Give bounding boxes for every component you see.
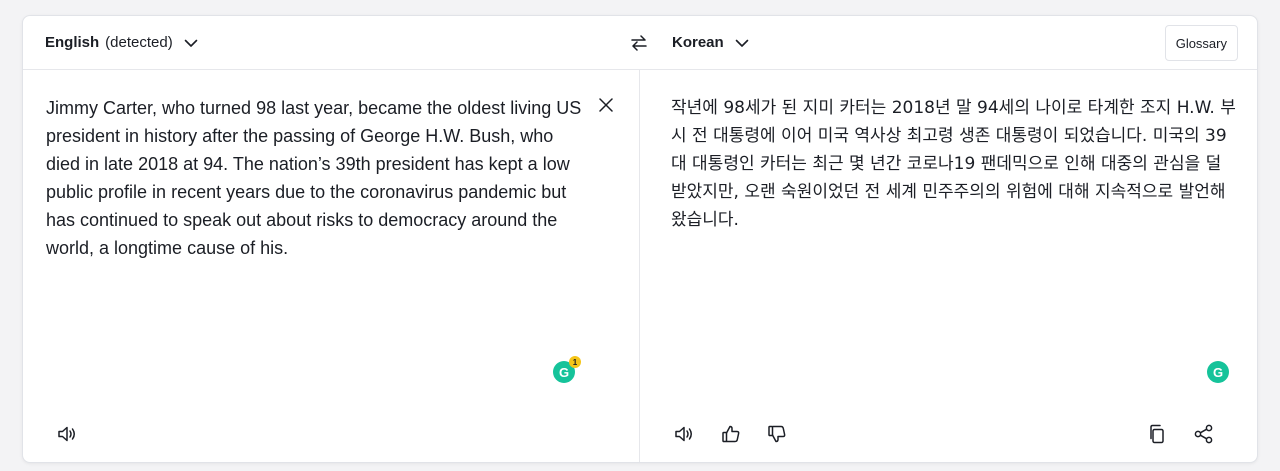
source-text-input[interactable]: Jimmy Carter, who turned 98 last year, b… <box>46 94 591 262</box>
grammarly-target-icon[interactable]: G <box>1207 361 1229 383</box>
target-listen-button[interactable] <box>670 420 698 448</box>
grammarly-letter: G <box>1212 364 1224 380</box>
detected-label: (detected) <box>105 34 173 51</box>
thumbs-down-button[interactable] <box>763 420 791 448</box>
glossary-button[interactable]: Glossary <box>1164 25 1238 61</box>
language-bar: English (detected) Korean Glossary <box>23 16 1257 70</box>
grammarly-badge-count: 1 <box>569 356 581 368</box>
target-language-select[interactable]: Korean <box>672 16 750 69</box>
source-language-select[interactable]: English (detected) <box>45 16 199 69</box>
chevron-down-icon <box>183 35 199 51</box>
pane-divider <box>639 70 640 462</box>
source-language-name: English <box>45 34 100 51</box>
thumbs-up-button[interactable] <box>717 420 745 448</box>
share-button[interactable] <box>1190 420 1218 448</box>
source-listen-button[interactable] <box>53 420 81 448</box>
clear-source-button[interactable] <box>595 94 617 116</box>
close-icon <box>599 98 613 112</box>
translation-output: 작년에 98세가 된 지미 카터는 2018년 말 94세의 나이로 타계한 조… <box>671 98 1236 230</box>
copy-icon <box>1146 423 1168 445</box>
grammarly-letter: G <box>558 364 570 380</box>
swap-languages-button[interactable] <box>623 28 655 58</box>
swap-arrows-icon <box>629 33 649 53</box>
thumbs-down-icon <box>766 423 788 445</box>
copy-button[interactable] <box>1143 420 1171 448</box>
chevron-down-icon <box>734 35 750 51</box>
speaker-icon <box>673 423 695 445</box>
target-language-name: Korean <box>672 34 724 51</box>
speaker-icon <box>56 423 78 445</box>
share-icon <box>1193 423 1215 445</box>
thumbs-up-icon <box>720 423 742 445</box>
translator-card: English (detected) Korean Glossary Jimmy… <box>22 15 1258 463</box>
grammarly-source-icon[interactable]: G 1 <box>553 356 581 383</box>
